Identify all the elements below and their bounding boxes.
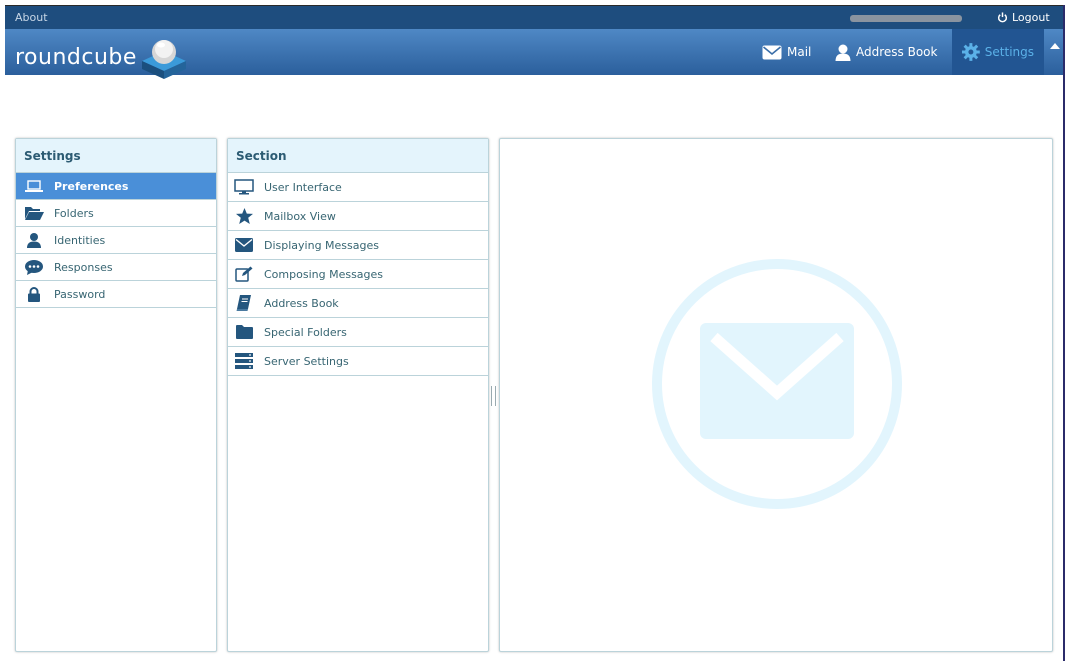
- section-item-label: Address Book: [264, 296, 339, 310]
- about-link[interactable]: About: [15, 11, 48, 24]
- settings-panel: Settings Preferences Folders Identities …: [15, 138, 217, 652]
- section-item-label: User Interface: [264, 180, 342, 194]
- settings-item-responses[interactable]: Responses: [16, 254, 216, 281]
- content-panel: [499, 138, 1053, 652]
- envelope-icon: [762, 45, 782, 59]
- settings-item-label: Identities: [54, 233, 106, 247]
- monitor-icon: [234, 179, 254, 195]
- nav-settings[interactable]: Settings: [952, 29, 1044, 75]
- edit-icon: [234, 266, 254, 282]
- section-item-label: Mailbox View: [264, 209, 336, 223]
- server-icon: [234, 353, 254, 369]
- caret-up-icon: [1049, 43, 1060, 49]
- section-item-label: Composing Messages: [264, 267, 384, 281]
- settings-item-preferences[interactable]: Preferences: [16, 173, 216, 200]
- section-item-special-folders[interactable]: Special Folders: [228, 318, 488, 347]
- section-item-user-interface[interactable]: User Interface: [228, 173, 488, 202]
- logout-label: Logout: [1012, 11, 1050, 24]
- folder-icon: [234, 325, 254, 339]
- settings-panel-title: Settings: [16, 139, 216, 173]
- section-panel: Section User Interface Mailbox View Disp…: [227, 138, 489, 652]
- collapse-header-button[interactable]: [1046, 29, 1063, 75]
- section-item-displaying-messages[interactable]: Displaying Messages: [228, 231, 488, 260]
- panel-splitter[interactable]: [491, 386, 496, 406]
- logo-cube-icon: [141, 40, 186, 79]
- lock-icon: [24, 286, 44, 302]
- section-item-label: Displaying Messages: [264, 238, 379, 252]
- settings-item-folders[interactable]: Folders: [16, 200, 216, 227]
- nav-mail-label: Mail: [787, 45, 812, 59]
- book-icon: [234, 295, 254, 311]
- laptop-icon: [24, 179, 44, 193]
- section-item-mailbox-view[interactable]: Mailbox View: [228, 202, 488, 231]
- envelope-icon: [234, 238, 254, 252]
- logout-button[interactable]: Logout: [997, 11, 1050, 24]
- section-item-label: Special Folders: [264, 325, 347, 339]
- roundcube-logo[interactable]: roundcube: [15, 35, 189, 79]
- settings-item-label: Folders: [54, 206, 94, 220]
- nav-address-book-label: Address Book: [856, 45, 938, 59]
- settings-item-identities[interactable]: Identities: [16, 227, 216, 254]
- settings-item-label: Preferences: [54, 179, 129, 193]
- settings-item-password[interactable]: Password: [16, 281, 216, 308]
- username-redacted: [850, 15, 962, 22]
- section-item-composing-messages[interactable]: Composing Messages: [228, 260, 488, 289]
- window-edge: [1063, 5, 1065, 661]
- nav-mail[interactable]: Mail: [752, 29, 821, 75]
- app-header: roundcube Mail Address Book Settings: [5, 29, 1063, 79]
- top-bar: About Logout: [5, 5, 1063, 29]
- envelope-watermark-icon: [652, 259, 902, 509]
- chat-icon: [24, 259, 44, 275]
- folder-open-icon: [24, 206, 44, 220]
- section-item-address-book[interactable]: Address Book: [228, 289, 488, 318]
- nav-settings-label: Settings: [984, 45, 1034, 59]
- section-panel-title: Section: [228, 139, 488, 173]
- logo-text: roundcube: [15, 44, 137, 70]
- nav-address-book[interactable]: Address Book: [825, 29, 947, 75]
- settings-item-label: Password: [54, 287, 106, 301]
- user-icon: [24, 232, 44, 248]
- settings-item-label: Responses: [54, 260, 113, 274]
- user-icon: [835, 44, 851, 61]
- power-icon: [997, 12, 1008, 23]
- star-icon: [234, 208, 254, 224]
- section-item-label: Server Settings: [264, 354, 349, 368]
- gear-icon: [962, 43, 980, 61]
- section-item-server-settings[interactable]: Server Settings: [228, 347, 488, 376]
